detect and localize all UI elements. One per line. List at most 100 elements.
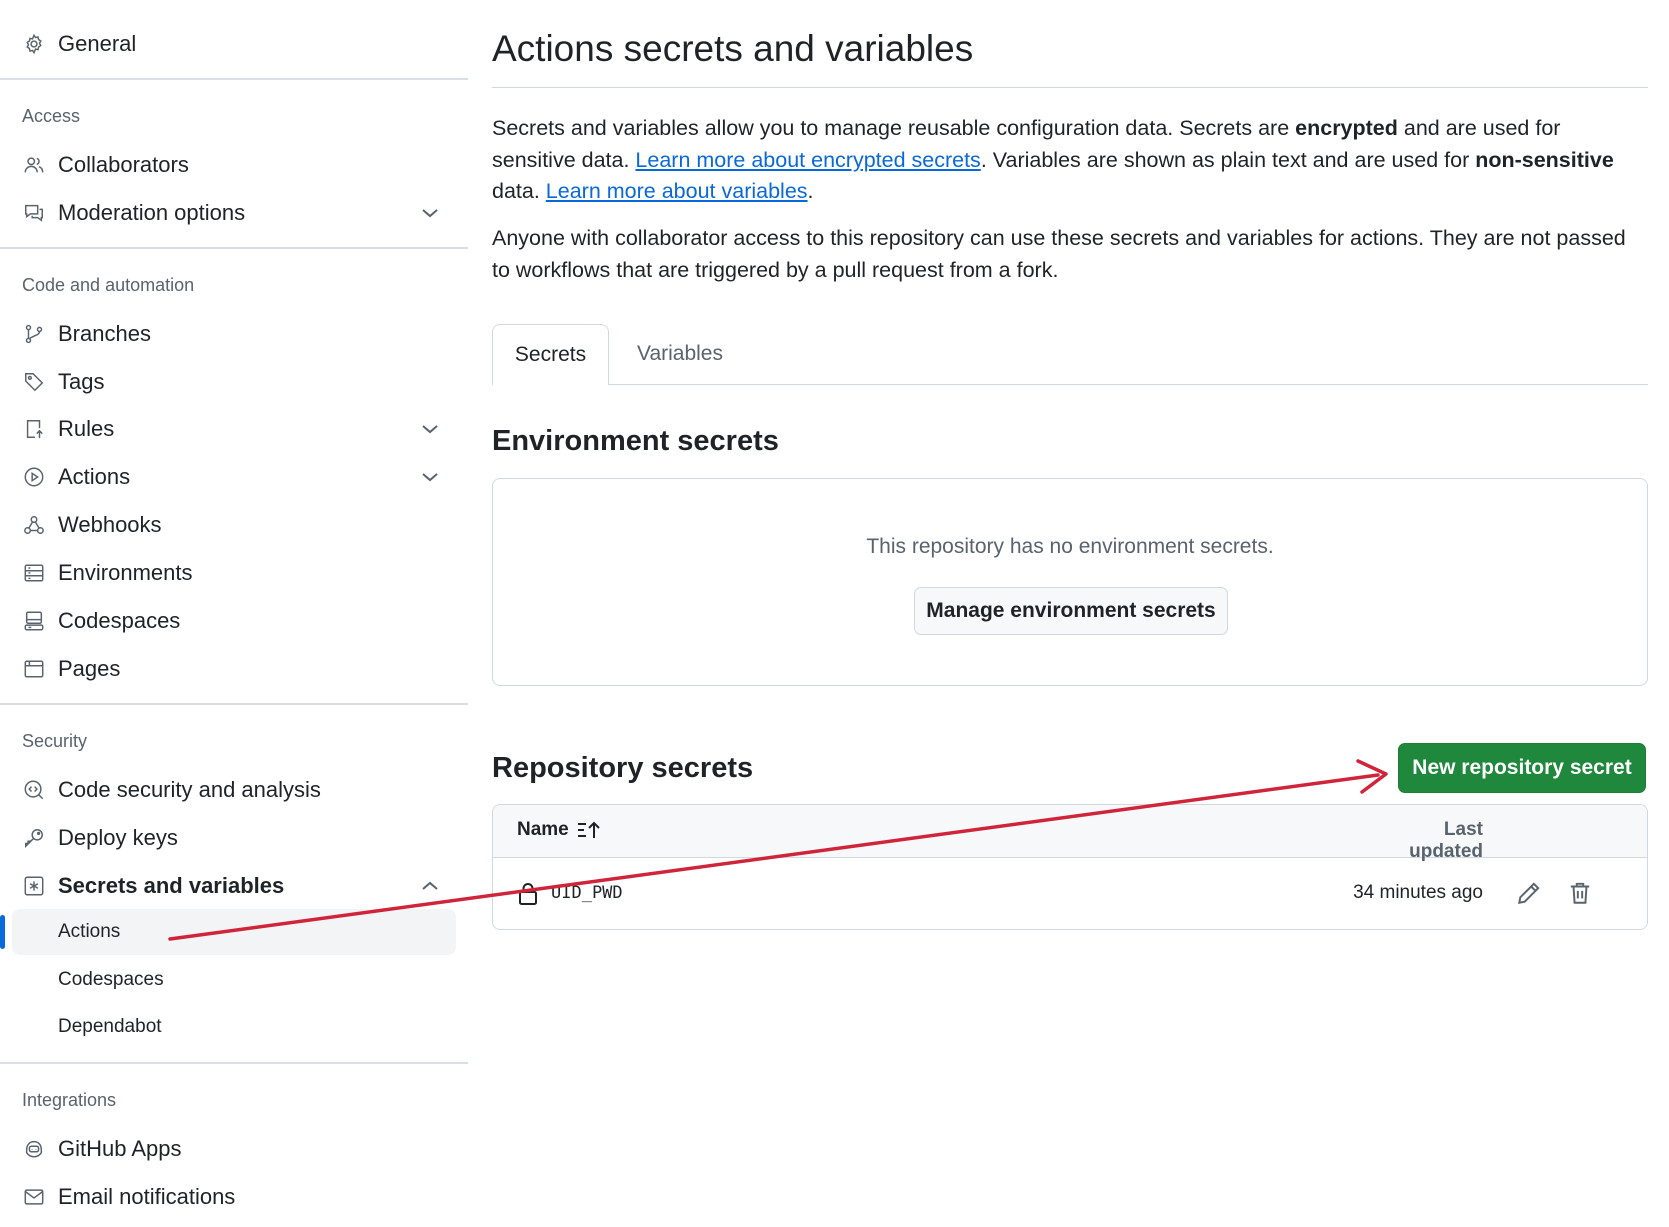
intro-bold-encrypted: encrypted: [1295, 116, 1398, 140]
sidebar-subitem-dependabot[interactable]: Dependabot: [0, 1004, 456, 1050]
learn-more-variables-link[interactable]: Learn more about variables: [546, 179, 808, 203]
sidebar-item-label: Tags: [58, 369, 105, 394]
sidebar-item-label: Secrets and variables: [58, 873, 285, 898]
tab-variables[interactable]: Variables: [626, 324, 734, 384]
environment-secrets-heading: Environment secrets: [492, 425, 779, 457]
intro-text: data.: [492, 179, 546, 203]
title-divider: [492, 87, 1648, 88]
sidebar-divider: [0, 78, 468, 80]
section-heading-code-automation: Code and automation: [22, 275, 195, 295]
chevron-down-icon[interactable]: [420, 420, 440, 438]
sidebar-item-code-security[interactable]: Code security and analysis: [0, 768, 456, 812]
section-heading-security: Security: [22, 731, 88, 751]
sidebar-item-label: Actions: [58, 464, 131, 489]
tag-icon: [22, 371, 46, 393]
sort-asc-icon[interactable]: [576, 820, 602, 840]
pencil-icon[interactable]: [1514, 878, 1544, 908]
webhook-icon: [22, 514, 46, 536]
repository-secrets-heading: Repository secrets: [492, 752, 754, 784]
sidebar-item-label: Deploy keys: [58, 825, 178, 850]
sidebar-divider: [0, 247, 468, 249]
column-header-last-updated: Last updated: [1409, 819, 1483, 862]
sidebar-item-label: Email notifications: [58, 1184, 236, 1209]
environment-secrets-box: This repository has no environment secre…: [492, 478, 1648, 686]
chevron-up-icon[interactable]: [420, 877, 440, 895]
sidebar-item-label: Collaborators: [58, 152, 189, 177]
sidebar-item-pages[interactable]: Pages: [0, 647, 456, 691]
sidebar-divider: [0, 703, 468, 705]
sidebar-item-collaborators[interactable]: Collaborators: [0, 143, 456, 187]
sidebar-subitem-label: Dependabot: [58, 1016, 162, 1037]
browser-icon: [22, 658, 46, 680]
trash-icon[interactable]: [1565, 878, 1595, 908]
people-icon: [22, 154, 46, 176]
main-content: Actions secrets and variables Secrets an…: [492, 0, 1648, 1227]
sidebar-subitem-label: Actions: [58, 921, 121, 942]
gear-icon: [22, 33, 46, 55]
codescan-icon: [22, 779, 46, 801]
tab-secrets[interactable]: Secrets: [492, 324, 609, 385]
copilot-apps-icon: [22, 1138, 46, 1160]
column-header-name: Name: [517, 819, 569, 840]
comment-discussion-icon: [22, 202, 46, 224]
sidebar-item-label: Webhooks: [58, 512, 162, 537]
sidebar-item-label: GitHub Apps: [58, 1136, 182, 1161]
settings-sidebar: General Access Collaborators Moderation …: [0, 0, 468, 1227]
empty-state-text: This repository has no environment secre…: [866, 535, 1274, 558]
intro-text: . Variables are shown as plain text and …: [980, 147, 1476, 172]
active-indicator: [0, 915, 5, 949]
secrets-variables-tabs: Secrets Variables: [492, 324, 1648, 385]
learn-more-encrypted-secrets-link[interactable]: Learn more about encrypted secrets: [635, 148, 980, 172]
table-row: UID_PWD 34 minutes ago: [493, 858, 1647, 929]
sidebar-item-secrets-and-variables[interactable]: Secrets and variables: [0, 864, 456, 908]
sidebar-subitem-codespaces[interactable]: Codespaces: [0, 957, 456, 1003]
play-circle-icon: [22, 466, 46, 488]
manage-environment-secrets-button[interactable]: Manage environment secrets: [914, 587, 1228, 635]
codespaces-icon: [22, 610, 46, 632]
sidebar-item-label: Branches: [58, 321, 151, 346]
server-icon: [22, 562, 46, 584]
sidebar-item-moderation-options[interactable]: Moderation options: [0, 191, 456, 235]
sidebar-item-label: General: [58, 31, 137, 56]
mail-icon: [22, 1186, 46, 1208]
sidebar-item-codespaces[interactable]: Codespaces: [0, 599, 456, 643]
sidebar-item-label: Moderation options: [58, 200, 246, 225]
intro-text: Secrets and variables allow you to manag…: [492, 116, 1296, 140]
sidebar-item-label: Code security and analysis: [58, 777, 321, 802]
sidebar-subitem-label: Codespaces: [58, 969, 164, 990]
sidebar-item-label: Environments: [58, 560, 193, 585]
intro-paragraph: Secrets and variables allow you to manag…: [492, 113, 1648, 208]
sidebar-item-tags[interactable]: Tags: [0, 360, 456, 404]
section-heading-integrations: Integrations: [22, 1090, 117, 1110]
intro-text: .: [807, 179, 814, 203]
asterisk-icon: [22, 875, 46, 897]
sidebar-item-actions[interactable]: Actions: [0, 455, 456, 499]
sidebar-item-rules[interactable]: Rules: [0, 407, 456, 451]
sidebar-divider: [0, 1062, 468, 1064]
new-repository-secret-button[interactable]: New repository secret: [1398, 743, 1646, 793]
sidebar-item-label: Rules: [58, 416, 115, 441]
chevron-down-icon[interactable]: [420, 468, 440, 486]
secret-name: UID_PWD: [551, 883, 623, 903]
intro-bold-non-sensitive: non-sensitive: [1475, 147, 1614, 172]
sidebar-item-github-apps[interactable]: GitHub Apps: [0, 1127, 456, 1171]
page-title: Actions secrets and variables: [492, 28, 974, 69]
repo-push-icon: [22, 418, 46, 440]
lock-icon: [517, 882, 539, 906]
sidebar-subitem-actions[interactable]: Actions: [0, 909, 456, 955]
table-header: Name Last updated: [493, 805, 1647, 862]
sidebar-item-label: Pages: [58, 656, 121, 681]
secret-last-updated: 34 minutes ago: [1353, 882, 1483, 903]
collaborator-notice: Anyone with collaborator access to this …: [492, 226, 1626, 282]
sidebar-item-deploy-keys[interactable]: Deploy keys: [0, 816, 456, 860]
sidebar-item-general[interactable]: General: [0, 22, 456, 66]
git-branch-icon: [22, 323, 46, 345]
chevron-down-icon[interactable]: [420, 204, 440, 222]
sidebar-item-email-notifications[interactable]: Email notifications: [0, 1175, 456, 1219]
repository-secrets-table: Name Last updated UID_PWD 34 minutes ago: [492, 804, 1648, 930]
section-heading-access: Access: [22, 106, 81, 126]
sidebar-item-environments[interactable]: Environments: [0, 551, 456, 595]
sidebar-item-label: Codespaces: [58, 608, 181, 633]
sidebar-item-branches[interactable]: Branches: [0, 312, 456, 356]
sidebar-item-webhooks[interactable]: Webhooks: [0, 503, 456, 547]
